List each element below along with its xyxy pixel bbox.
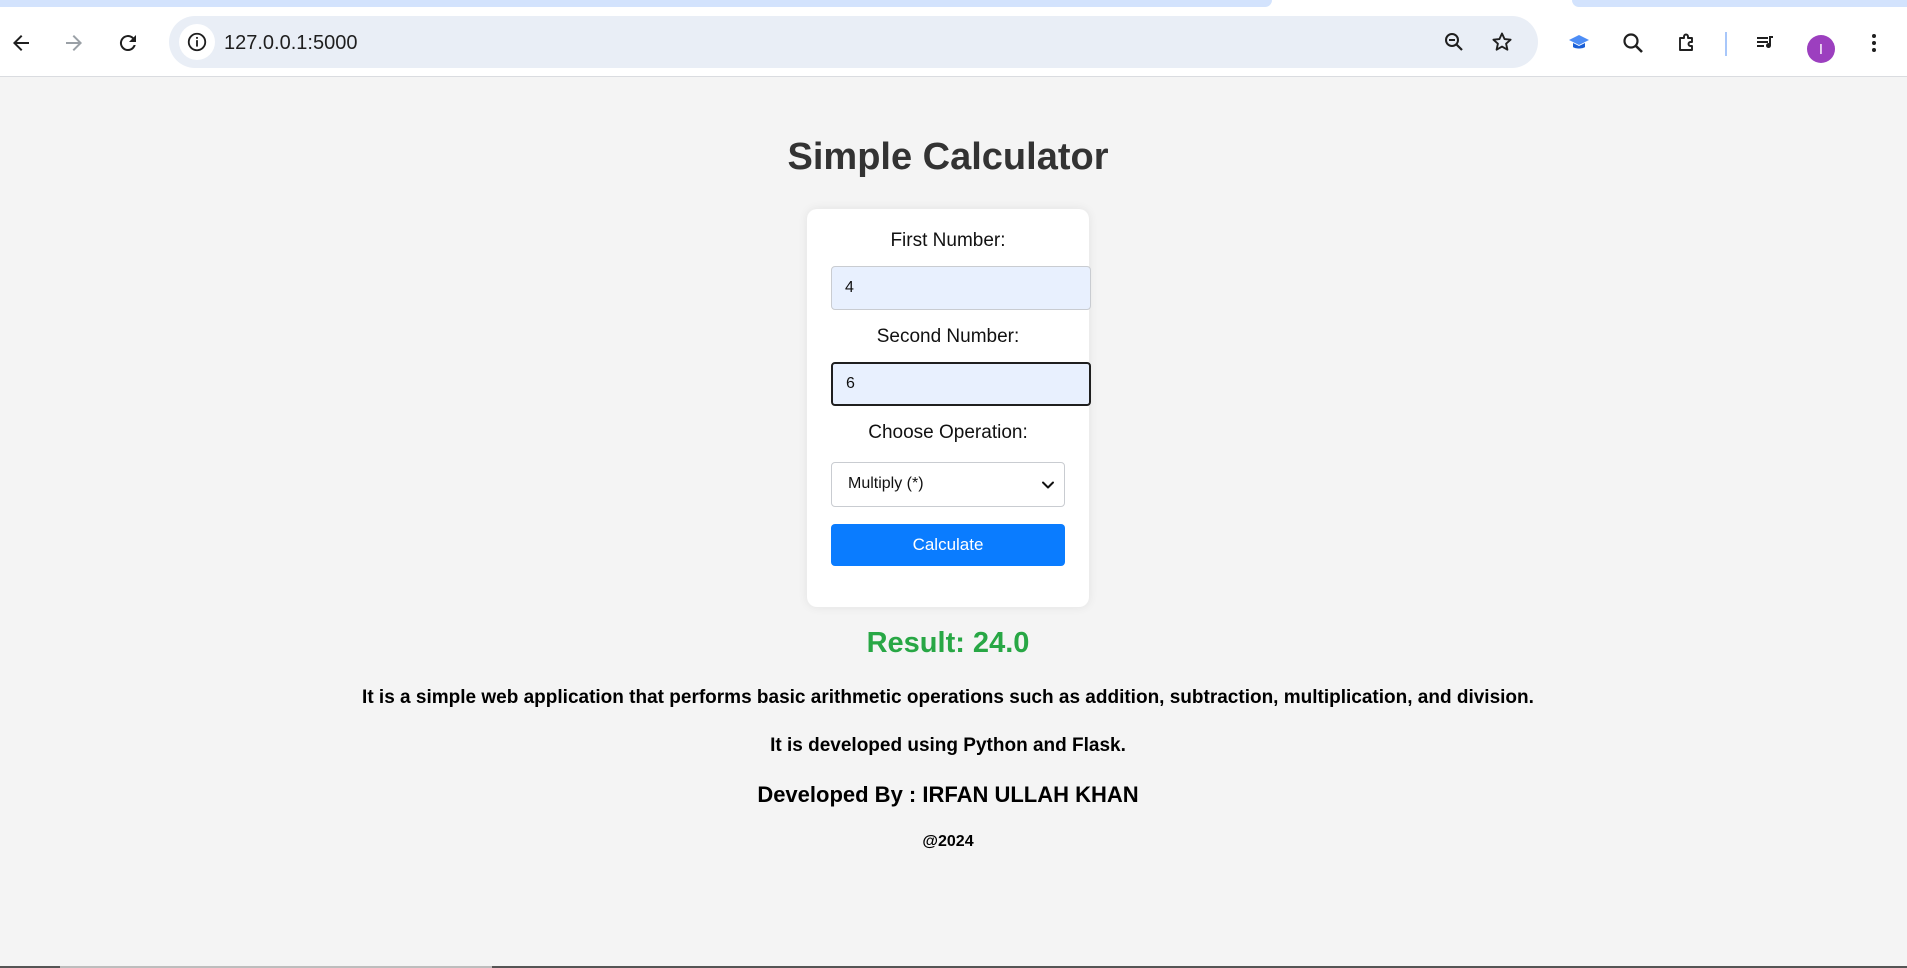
- operation-selected-value: Multiply (*): [848, 475, 924, 492]
- result-text: Result: 24.0: [866, 627, 1030, 659]
- calculate-button[interactable]: Calculate: [831, 524, 1065, 566]
- reload-button[interactable]: [112, 27, 144, 59]
- zoom-out-icon: [1445, 33, 1463, 51]
- bookmark-button[interactable]: [1490, 30, 1514, 54]
- page-content: Simple Calculator First Number: Second N…: [0, 78, 1907, 968]
- reload-icon: [119, 35, 136, 52]
- arrow-left-icon: [13, 35, 29, 51]
- media-queue-icon: [1757, 36, 1773, 49]
- search-extension-icon: [1623, 33, 1643, 53]
- url-text[interactable]: 127.0.0.1:5000: [224, 32, 357, 55]
- arrow-right-icon: [66, 35, 82, 51]
- second-number-label: Second Number:: [876, 326, 1020, 347]
- browser-menu-button[interactable]: [1858, 27, 1890, 59]
- tech-stack-text: It is developed using Python and Flask.: [770, 735, 1126, 756]
- zoom-button[interactable]: [1442, 30, 1466, 54]
- profile-avatar[interactable]: I: [1807, 35, 1835, 63]
- chevron-down-icon: [1042, 481, 1054, 489]
- developer-credit: Developed By : IRFAN ULLAH KHAN: [757, 782, 1139, 807]
- extension-button[interactable]: [1617, 27, 1649, 59]
- graduation-cap-icon: [1569, 35, 1589, 49]
- tab-strip-segment[interactable]: [1572, 0, 1907, 7]
- extension-button[interactable]: [1563, 27, 1595, 59]
- browser-toolbar: 127.0.0.1:5000 I: [0, 7, 1907, 77]
- first-number-label: First Number:: [890, 230, 1006, 251]
- site-info-button[interactable]: [179, 24, 215, 60]
- puzzle-icon: [1679, 33, 1693, 51]
- second-number-input[interactable]: [831, 362, 1091, 406]
- calculator-form: First Number: Second Number: Choose Oper…: [807, 209, 1091, 607]
- star-icon: [1492, 32, 1512, 51]
- kebab-menu-icon: [1872, 34, 1876, 52]
- toolbar-divider: [1725, 32, 1727, 56]
- info-icon: [187, 32, 207, 52]
- tab-strip-segment[interactable]: [0, 0, 1272, 7]
- address-bar[interactable]: 127.0.0.1:5000: [169, 16, 1538, 68]
- back-button[interactable]: [5, 27, 37, 59]
- forward-button[interactable]: [58, 27, 90, 59]
- first-number-input[interactable]: [831, 266, 1091, 310]
- media-control-button[interactable]: [1750, 27, 1782, 59]
- tab-strip: [0, 0, 1907, 7]
- page-title: Simple Calculator: [787, 136, 1109, 178]
- operation-label: Choose Operation:: [868, 422, 1028, 443]
- copyright-text: @2024: [922, 833, 974, 850]
- description-text: It is a simple web application that perf…: [362, 687, 1534, 708]
- operation-select[interactable]: Multiply (*): [831, 462, 1065, 507]
- extensions-button[interactable]: [1671, 27, 1703, 59]
